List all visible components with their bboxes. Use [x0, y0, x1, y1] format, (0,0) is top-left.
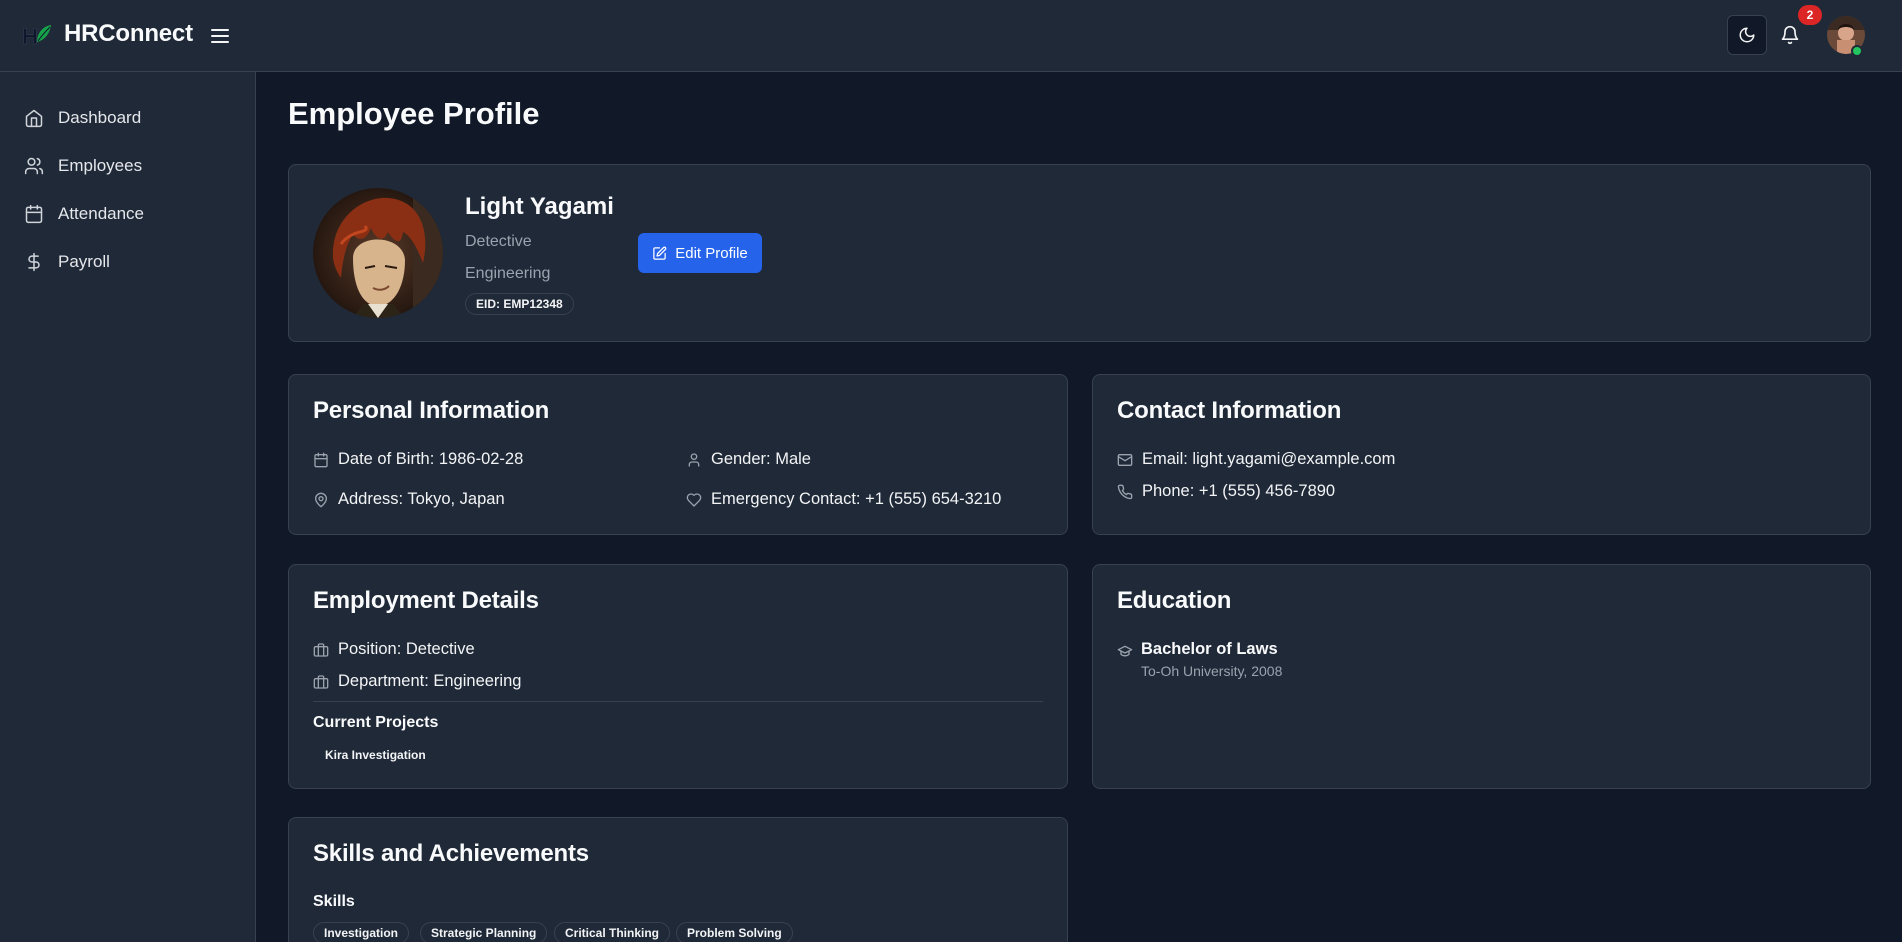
section-divider [313, 701, 1043, 702]
gender-row: Gender: Male [686, 450, 811, 469]
sidebar-item-employees[interactable]: Employees [14, 146, 242, 186]
edit-icon [653, 246, 667, 260]
mail-icon [1117, 453, 1133, 466]
top-header: H HRConnect 2 [0, 0, 1902, 72]
notifications-button[interactable] [1777, 22, 1803, 48]
sidebar-item-dashboard[interactable]: Dashboard [14, 98, 242, 138]
email-row: Email: light.yagami@example.com [1117, 450, 1395, 469]
education-degree: Bachelor of Laws [1141, 640, 1278, 658]
user-icon [688, 452, 700, 467]
moon-icon [1739, 27, 1755, 43]
address-row: Address: Tokyo, Japan [313, 490, 505, 509]
calendar-icon [314, 452, 328, 467]
users-icon [24, 157, 44, 175]
emergency-row: Emergency Contact: +1 (555) 654-3210 [686, 490, 1001, 509]
personal-info-card: Personal Information Date of Birth: 1986… [288, 374, 1068, 535]
current-projects-title: Current Projects [313, 714, 439, 731]
email-text[interactable]: Email: light.yagami@example.com [1142, 450, 1395, 469]
position-text: Position: Detective [338, 640, 475, 658]
sidebar-item-label: Dashboard [58, 108, 142, 127]
briefcase-icon [313, 642, 329, 657]
calendar-icon [25, 204, 43, 224]
home-icon [25, 109, 43, 128]
sidebar: Dashboard Employees Attendance Payroll [0, 72, 256, 942]
dob-row: Date of Birth: 1986-02-28 [313, 450, 523, 469]
education-school: To-Oh University, 2008 [1141, 663, 1283, 679]
project-chip: Kira Investigation [325, 748, 426, 762]
employment-details-title: Employment Details [313, 587, 539, 614]
hamburger-icon[interactable] [208, 24, 232, 48]
svg-text:H: H [22, 24, 38, 49]
map-pin-icon [315, 492, 327, 507]
profile-photo [313, 188, 443, 318]
bell-icon [1781, 25, 1799, 45]
department-text: Department: Engineering [338, 672, 522, 690]
gender-text: Gender: Male [711, 450, 811, 468]
sidebar-item-label: Employees [58, 156, 143, 175]
phone-row: Phone: +1 (555) 456-7890 [1117, 482, 1335, 501]
sidebar-item-label: Payroll [58, 252, 110, 271]
page-title: Employee Profile [288, 96, 540, 131]
personal-info-title: Personal Information [313, 397, 550, 424]
heart-icon [686, 492, 702, 507]
edit-profile-button[interactable]: Edit Profile [638, 233, 762, 273]
profile-card: Light Yagami Detective Engineering EID: … [288, 164, 1871, 342]
employee-name: Light Yagami [465, 193, 614, 220]
employee-position: Detective [465, 233, 532, 250]
skill-chip: Investigation [313, 922, 410, 942]
dob-text: Date of Birth: 1986-02-28 [338, 450, 524, 468]
sidebar-item-label: Attendance [58, 204, 145, 223]
sidebar-item-payroll[interactable]: Payroll [14, 242, 242, 282]
skills-subtitle: Skills [313, 893, 355, 910]
edit-profile-label: Edit Profile [675, 244, 748, 262]
skills-card: Skills and Achievements Skills Investiga… [288, 817, 1068, 942]
employment-details-card: Employment Details Position: Detective D… [288, 564, 1068, 789]
graduation-cap-icon [1117, 645, 1133, 657]
contact-info-title: Contact Information [1117, 397, 1342, 424]
skill-chip: Strategic Planning [420, 922, 548, 942]
app-title[interactable]: HRConnect [64, 20, 193, 48]
theme-toggle-button[interactable] [1727, 15, 1767, 55]
education-card: Education Bachelor of Laws To-Oh Univers… [1092, 564, 1871, 789]
phone-icon [1117, 484, 1133, 499]
employee-id-badge: EID: EMP12348 [465, 293, 574, 315]
dollar-icon [28, 252, 40, 272]
notification-count-badge: 2 [1798, 5, 1822, 25]
emergency-contact-text: Emergency Contact: +1 (555) 654-3210 [711, 490, 1002, 508]
online-status-indicator [1851, 45, 1863, 57]
skills-title: Skills and Achievements [313, 840, 589, 867]
employee-department: Engineering [465, 265, 551, 282]
position-row: Position: Detective [313, 640, 475, 659]
app-logo[interactable]: H [22, 20, 52, 50]
phone-text[interactable]: Phone: +1 (555) 456-7890 [1142, 482, 1335, 501]
briefcase-icon [313, 674, 329, 689]
skill-chip: Critical Thinking [554, 922, 671, 942]
address-text: Address: Tokyo, Japan [338, 490, 505, 508]
skill-chip: Problem Solving [676, 922, 793, 942]
department-row: Department: Engineering [313, 672, 521, 691]
sidebar-item-attendance[interactable]: Attendance [14, 194, 242, 234]
contact-info-card: Contact Information Email: light.yagami@… [1092, 374, 1871, 535]
education-title: Education [1117, 587, 1232, 614]
